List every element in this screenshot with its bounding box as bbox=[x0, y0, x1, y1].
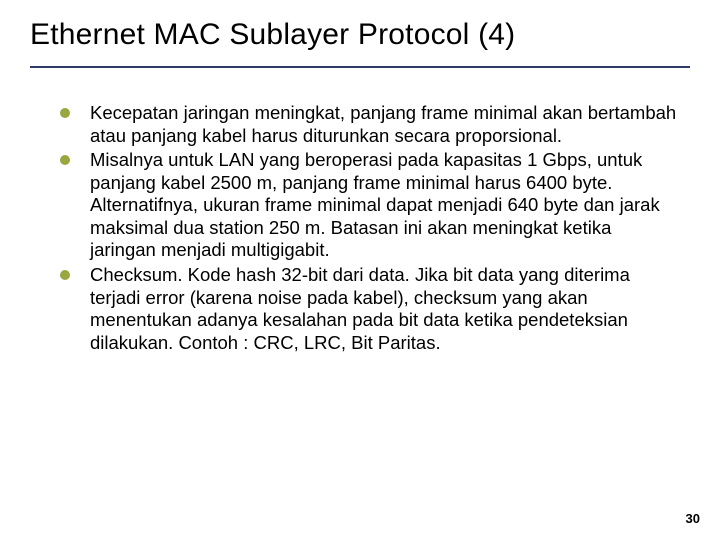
bullet-icon bbox=[60, 108, 70, 118]
title-underline bbox=[30, 66, 690, 68]
list-item: Checksum. Kode hash 32-bit dari data. Ji… bbox=[60, 264, 680, 354]
slide: Ethernet MAC Sublayer Protocol (4) Kecep… bbox=[0, 0, 720, 540]
list-item-text: Kecepatan jaringan meningkat, panjang fr… bbox=[90, 102, 676, 146]
slide-title: Ethernet MAC Sublayer Protocol (4) bbox=[30, 18, 690, 62]
list-item: Kecepatan jaringan meningkat, panjang fr… bbox=[60, 102, 680, 147]
bullet-icon bbox=[60, 270, 70, 280]
list-item-text: Checksum. Kode hash 32-bit dari data. Ji… bbox=[90, 264, 630, 353]
bullet-list: Kecepatan jaringan meningkat, panjang fr… bbox=[30, 102, 690, 354]
page-number: 30 bbox=[686, 511, 700, 526]
list-item: Misalnya untuk LAN yang beroperasi pada … bbox=[60, 149, 680, 262]
bullet-icon bbox=[60, 155, 70, 165]
list-item-text: Misalnya untuk LAN yang beroperasi pada … bbox=[90, 149, 660, 260]
